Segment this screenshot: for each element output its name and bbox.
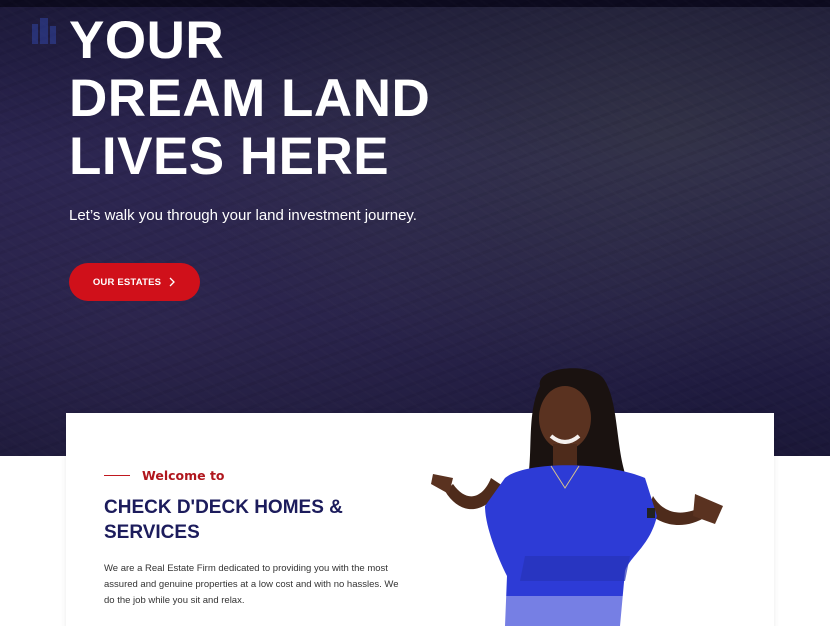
our-estates-label: OUR ESTATES: [92, 276, 162, 288]
woman-photo: [431, 368, 723, 626]
hero-title-line: LIVES HERE: [69, 127, 390, 186]
about-heading: CHECK D'DECK HOMES & SERVICES: [104, 497, 343, 543]
hero-subtitle: Let’s walk you through your land investm…: [69, 207, 417, 224]
about-paragraph: We are a Real Estate Firm dedicated to p…: [104, 563, 399, 606]
chevron-right-icon: [169, 277, 176, 287]
eyebrow-text: Welcome to: [142, 468, 225, 483]
hero-title-line: DREAM LAND: [69, 69, 431, 128]
hero-title-line: YOUR: [69, 11, 225, 70]
eyebrow-divider: [104, 475, 130, 476]
eyebrow-row: Welcome to: [104, 468, 225, 483]
logo-icon[interactable]: [28, 14, 62, 44]
hero-title: YOUR DREAM LAND LIVES HERE: [69, 12, 529, 186]
our-estates-button[interactable]: OUR ESTATES: [69, 263, 200, 301]
about-paragraph-cut: [104, 620, 404, 626]
